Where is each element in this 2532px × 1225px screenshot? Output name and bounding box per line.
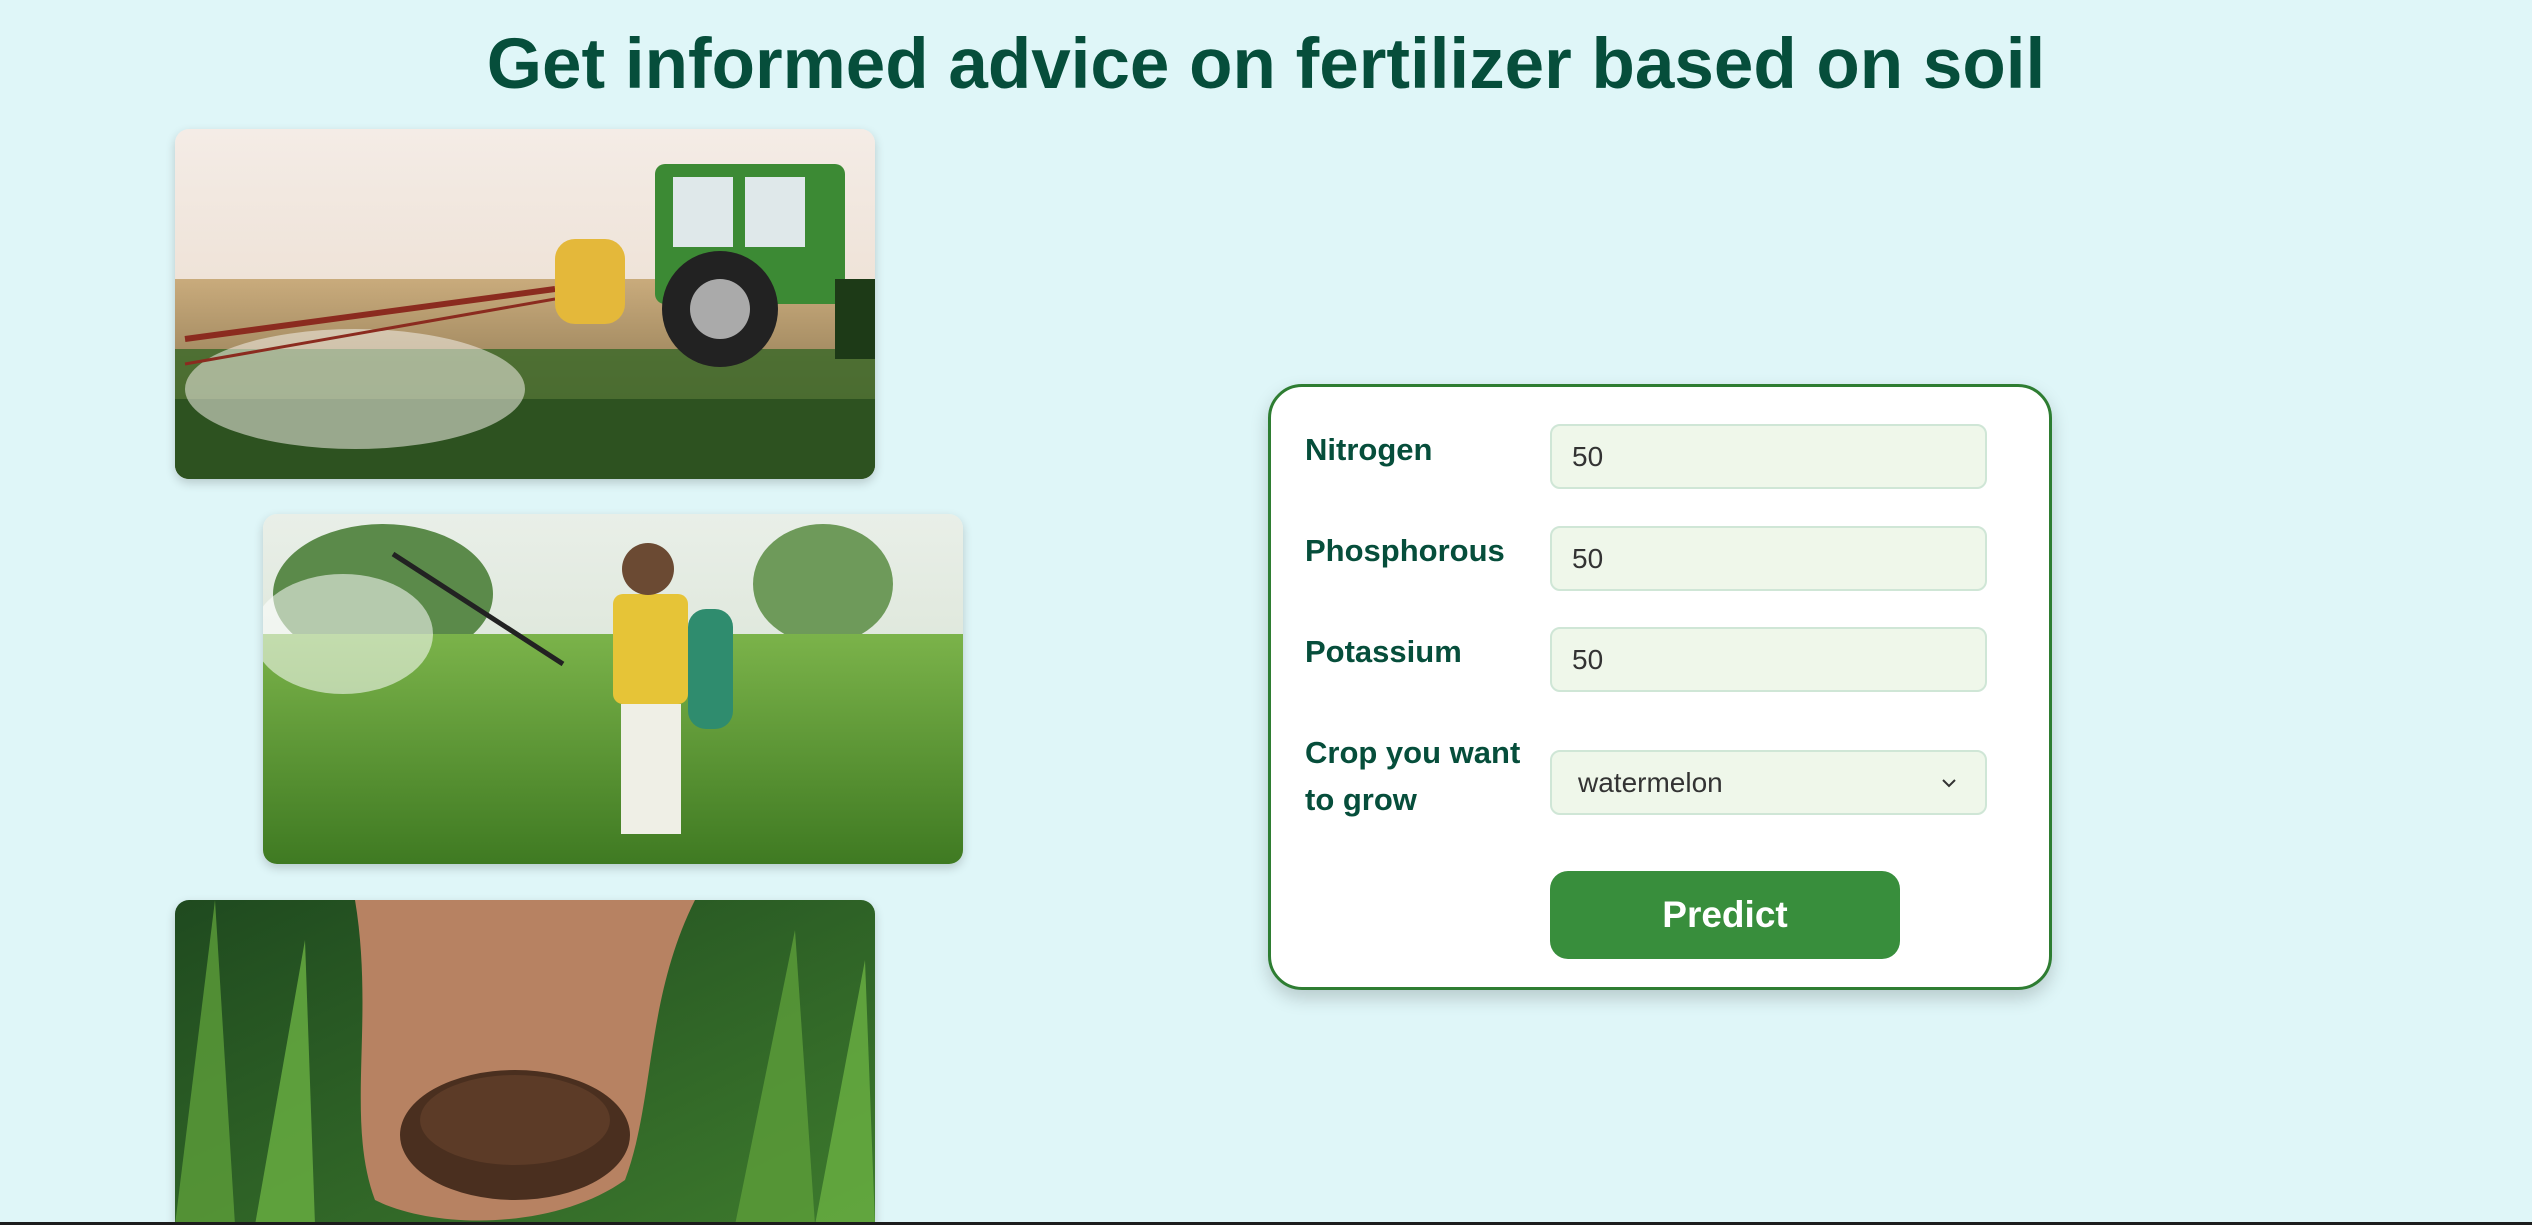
nitrogen-input[interactable]: [1550, 424, 1987, 489]
nitrogen-label: Nitrogen: [1305, 432, 1433, 467]
potassium-label: Potassium: [1305, 634, 1462, 669]
hands-holding-fertilizer-image: [175, 900, 875, 1225]
crop-select[interactable]: watermelon: [1550, 750, 1987, 815]
phosphorous-label: Phosphorous: [1305, 533, 1505, 568]
potassium-input[interactable]: [1550, 627, 1987, 692]
phosphorous-input[interactable]: [1550, 526, 1987, 591]
farmer-spraying-crops-image: [263, 514, 963, 864]
tractor-spraying-field-image: [175, 129, 875, 479]
crop-select-value: watermelon: [1578, 766, 1723, 798]
fertilizer-form-card: Nitrogen Phosphorous Potassium Crop you …: [1268, 384, 2052, 990]
page-title: Get informed advice on fertilizer based …: [486, 25, 2046, 104]
predict-button[interactable]: Predict: [1550, 871, 1900, 959]
crop-label: Crop you want to grow: [1305, 735, 1521, 817]
chevron-down-icon: [1942, 778, 1956, 787]
